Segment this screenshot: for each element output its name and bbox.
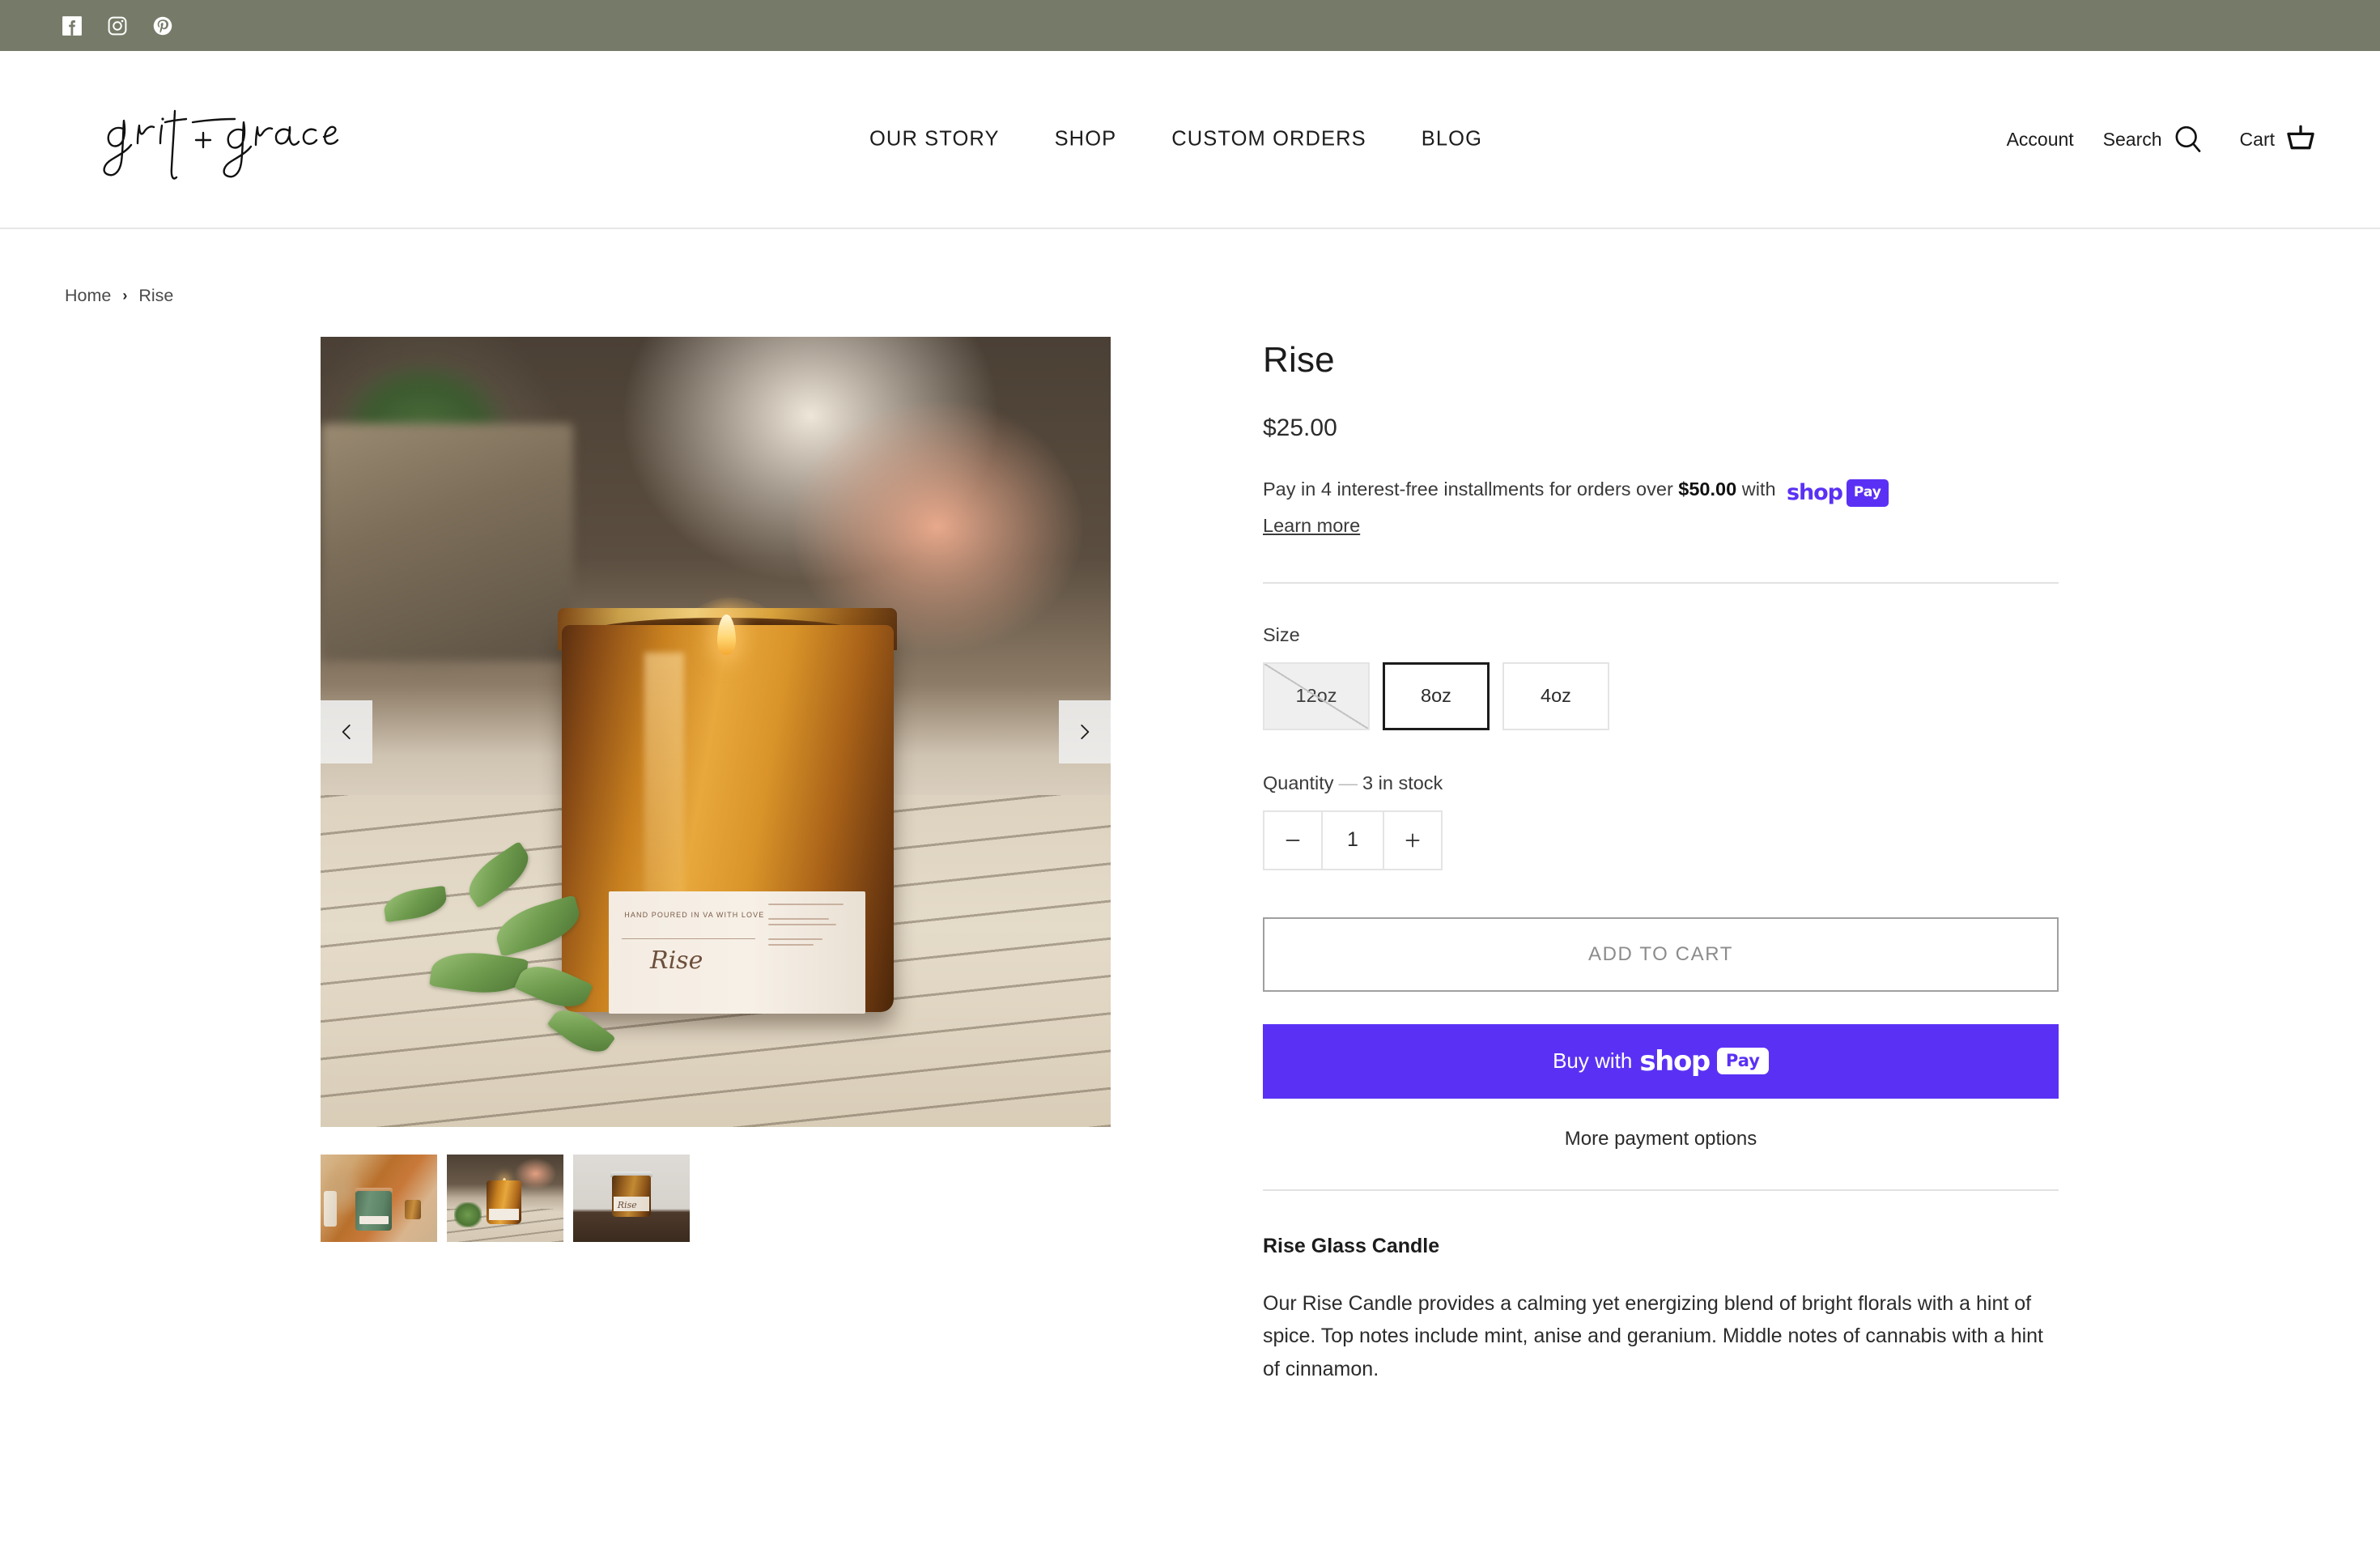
quantity-dash: — — [1338, 772, 1358, 793]
divider — [1263, 581, 2059, 584]
site-header: OUR STORY SHOP CUSTOM ORDERS BLOG Accoun… — [0, 51, 2380, 229]
pay-badge: Pay — [1716, 1048, 1769, 1075]
gallery-prev-button[interactable] — [321, 700, 372, 763]
installments-prefix: Pay in 4 interest-free installments for … — [1263, 478, 1673, 500]
size-label: Size — [1263, 623, 1300, 645]
cart-basket-icon[interactable] — [2283, 121, 2318, 157]
shop-wordmark: shop — [1639, 1044, 1711, 1078]
installments-message: Pay in 4 interest-free installments for … — [1263, 474, 2072, 510]
size-swatches: 12oz 8oz 4oz — [1263, 661, 2105, 730]
gallery-next-button[interactable] — [1059, 700, 1111, 763]
nav-item-custom-orders[interactable]: CUSTOM ORDERS — [1144, 120, 1394, 159]
shop-wordmark: shop — [1787, 480, 1843, 505]
quantity-label: Quantity —3 in stock — [1263, 772, 2105, 794]
account-link[interactable]: Account — [2007, 124, 2074, 155]
main-navigation: OUR STORY SHOP CUSTOM ORDERS BLOG — [842, 120, 1510, 159]
add-to-cart-button[interactable]: ADD TO CART — [1263, 916, 2059, 992]
breadcrumb-separator-icon: › — [122, 287, 128, 304]
quantity-increase-button[interactable] — [1383, 810, 1443, 870]
quantity-input[interactable]: 1 — [1323, 810, 1383, 870]
instagram-icon[interactable] — [104, 12, 131, 40]
stock-status: 3 in stock — [1362, 772, 1443, 793]
gallery-thumbnail-1[interactable] — [321, 1155, 437, 1242]
size-option-label: 4oz — [1541, 685, 1571, 707]
installments-amount: $50.00 — [1678, 478, 1737, 500]
candle-label-name: Rise — [649, 946, 703, 976]
nav-item-shop[interactable]: SHOP — [1027, 120, 1145, 159]
learn-more-link[interactable]: Learn more — [1263, 515, 1360, 537]
description-body: Our Rise Candle provides a calming yet e… — [1263, 1291, 2044, 1380]
cart-link[interactable]: Cart — [2240, 124, 2275, 155]
buy-with-shop-pay-button[interactable]: Buy with shop Pay — [1263, 1023, 2059, 1099]
quantity-stepper: 1 — [1263, 810, 2105, 870]
description-heading: Rise Glass Candle — [1263, 1234, 1440, 1257]
social-bar — [0, 0, 2380, 51]
more-payment-options-link[interactable]: More payment options — [1263, 1128, 2059, 1150]
product-photo: HAND POURED IN VA WITH LOVE Rise — [321, 337, 1111, 1127]
product-info: Rise $25.00 Pay in 4 interest-free insta… — [1263, 330, 2105, 1385]
size-option-8oz[interactable]: 8oz — [1383, 661, 1490, 730]
breadcrumb-home[interactable]: Home — [65, 286, 111, 306]
quantity-decrease-button[interactable] — [1263, 810, 1323, 870]
installments-with: with — [1741, 478, 1776, 500]
breadcrumb-current: Rise — [138, 286, 174, 305]
quantity-label-text: Quantity — [1263, 772, 1334, 793]
gallery-thumbnail-3[interactable]: Rise — [573, 1155, 690, 1242]
pinterest-icon[interactable] — [149, 12, 176, 40]
product-price: $25.00 — [1263, 415, 1337, 441]
size-option-4oz[interactable]: 4oz — [1502, 661, 1609, 730]
search-link[interactable]: Search — [2103, 124, 2162, 155]
search-icon[interactable] — [2170, 121, 2206, 157]
buy-with-label: Buy with — [1553, 1048, 1633, 1074]
main-product-image[interactable]: HAND POURED IN VA WITH LOVE Rise — [321, 337, 1111, 1127]
candle-label-tagline: HAND POURED IN VA WITH LOVE — [624, 911, 765, 920]
facebook-icon[interactable] — [58, 12, 86, 40]
breadcrumb: Home › Rise — [0, 229, 2380, 306]
page-title: Rise — [1263, 340, 1335, 380]
product-page: HAND POURED IN VA WITH LOVE Rise Rise Ri… — [0, 306, 2380, 1385]
header-actions: Account Search Cart — [2007, 121, 2318, 157]
gallery-thumbnail-2[interactable] — [447, 1155, 563, 1242]
divider — [1263, 1189, 2059, 1191]
gallery-thumbnails: Rise — [321, 1155, 1263, 1242]
thumbnail-label-name: Rise — [617, 1199, 637, 1210]
pay-badge: Pay — [1846, 479, 1889, 507]
size-option-12oz[interactable]: 12oz — [1263, 661, 1370, 730]
nav-item-our-story[interactable]: OUR STORY — [842, 120, 1027, 159]
nav-item-blog[interactable]: BLOG — [1394, 120, 1510, 159]
product-gallery: HAND POURED IN VA WITH LOVE Rise Rise — [0, 330, 1263, 1242]
shop-pay-logo: shop Pay — [1787, 476, 1889, 510]
candle-label: HAND POURED IN VA WITH LOVE Rise — [609, 891, 866, 1014]
site-logo[interactable] — [87, 87, 379, 192]
size-option-label: 8oz — [1421, 685, 1451, 707]
size-option-label: 12oz — [1295, 685, 1337, 707]
